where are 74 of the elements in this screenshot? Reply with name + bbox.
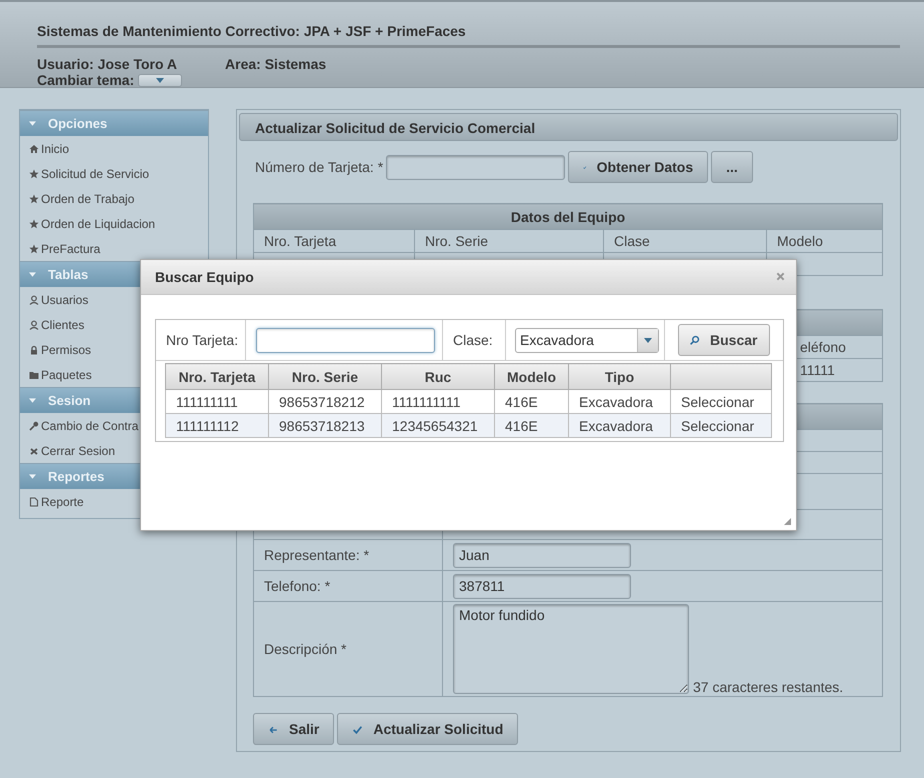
action-button[interactable]: Salir bbox=[253, 713, 334, 745]
text-field[interactable]: Juan bbox=[453, 542, 631, 568]
field-label: Representante: * bbox=[264, 547, 370, 563]
description-field[interactable]: Motor fundido bbox=[453, 604, 689, 694]
star-icon bbox=[29, 168, 39, 178]
star-icon bbox=[29, 244, 39, 254]
caret-icon bbox=[29, 272, 36, 277]
table-cell: 1111111111 bbox=[392, 394, 461, 410]
person-icon bbox=[29, 320, 39, 330]
user-area: Area: Sistemas bbox=[225, 56, 326, 72]
text-field[interactable]: 387811 bbox=[453, 574, 631, 598]
action-button[interactable]: ... bbox=[711, 151, 753, 183]
theme-label: Cambiar tema: bbox=[37, 72, 134, 88]
person-icon bbox=[29, 294, 39, 304]
table-cell: 416E bbox=[505, 418, 538, 434]
theme-dropdown[interactable] bbox=[138, 74, 182, 86]
table-title: Datos del Equipo bbox=[254, 204, 882, 230]
column-header: Nro. Serie bbox=[268, 364, 382, 390]
check-icon bbox=[352, 724, 364, 734]
close-icon bbox=[29, 446, 39, 456]
search-button[interactable]: Buscar bbox=[678, 324, 770, 356]
card-number-field[interactable] bbox=[386, 154, 566, 180]
caret-icon bbox=[644, 338, 652, 342]
star-icon bbox=[29, 218, 39, 228]
star-icon bbox=[29, 194, 39, 204]
action-button[interactable]: Actualizar Solicitud bbox=[337, 713, 518, 745]
sidebar-item[interactable]: PreFactura bbox=[20, 236, 208, 261]
folder-icon bbox=[29, 370, 39, 380]
resize-handle-icon[interactable] bbox=[784, 518, 791, 525]
column-header: Modelo bbox=[766, 230, 882, 252]
action-button[interactable]: Obtener Datos bbox=[568, 151, 708, 183]
search-icon bbox=[689, 334, 700, 346]
column-header: Nro. Serie bbox=[414, 230, 604, 252]
table-cell: Excavadora bbox=[579, 418, 653, 434]
field-label: Descripción * bbox=[264, 641, 346, 657]
column-header: Clase bbox=[604, 230, 766, 252]
lock-icon bbox=[29, 344, 39, 354]
class-label: Clase: bbox=[453, 332, 493, 348]
column-header: Modelo bbox=[494, 364, 568, 390]
table-cell: 111111112 bbox=[176, 418, 239, 434]
table-cell: 98653718213 bbox=[279, 418, 365, 434]
page-icon bbox=[29, 496, 39, 506]
sidebar-item[interactable]: Orden de Liquidacion bbox=[20, 211, 208, 236]
wrench-icon bbox=[29, 420, 39, 430]
class-dropdown[interactable]: Excavadora bbox=[515, 328, 659, 352]
sidebar-item[interactable]: Usuarios bbox=[20, 287, 208, 312]
column-header: Nro. Tarjeta bbox=[166, 364, 268, 390]
table-cell: 416E bbox=[505, 394, 538, 410]
caret-icon bbox=[29, 398, 36, 403]
caret-icon bbox=[29, 474, 36, 479]
close-button[interactable] bbox=[776, 272, 787, 282]
app-title: Sistemas de Mantenimiento Correctivo: JPA + JSF + PrimeFaces bbox=[37, 2, 900, 48]
user-name: Usuario: Jose Toro A bbox=[37, 56, 178, 72]
caret-icon bbox=[29, 121, 36, 126]
sidebar-item[interactable]: Inicio bbox=[20, 136, 208, 161]
character-counter: 37 caracteres restantes. bbox=[693, 679, 844, 695]
table-cell: 98653718212 bbox=[279, 394, 365, 410]
caret-icon bbox=[156, 78, 164, 82]
column-header: Tipo bbox=[568, 364, 670, 390]
sidebar-item[interactable]: Reporte bbox=[20, 489, 208, 514]
panel-title: Actualizar Solicitud de Servicio Comercial bbox=[239, 113, 898, 141]
card-number-label: Nro Tarjeta: bbox=[166, 332, 238, 348]
home-icon bbox=[29, 144, 39, 154]
table-cell: 12345654321 bbox=[392, 418, 478, 434]
column-header: Ruc bbox=[382, 364, 494, 390]
field-label: Telefono: * bbox=[264, 578, 330, 594]
card-number-label: Número de Tarjeta: * bbox=[255, 159, 384, 175]
sidebar-item[interactable]: Solicitud de Servicio bbox=[20, 161, 208, 186]
column-header: Nro. Tarjeta bbox=[254, 230, 414, 252]
table-cell: Excavadora bbox=[579, 394, 653, 410]
table-row[interactable]: 111111112 98653718213 12345654321 416E Excavadora Seleccionar bbox=[166, 414, 772, 438]
card-number-field[interactable] bbox=[256, 328, 435, 352]
sidebar-item[interactable]: Cerrar Sesion bbox=[20, 438, 208, 463]
sidebar-item[interactable]: Orden de Trabajo bbox=[20, 186, 208, 211]
